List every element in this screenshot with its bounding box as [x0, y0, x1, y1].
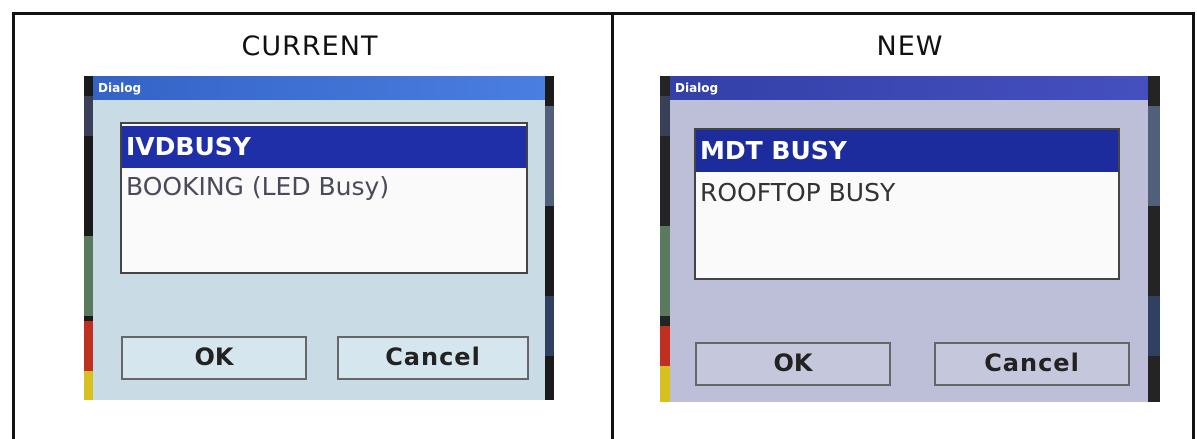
new-screenshot: Dialog MDT BUSY ROOFTOP BUSY OK Cancel — [660, 76, 1160, 402]
list-item-selected[interactable]: MDT BUSY — [696, 130, 1118, 172]
current-dialog: Dialog IVDBUSY BOOKING (LED Busy) OK Can… — [93, 76, 545, 400]
background-strip — [660, 366, 670, 402]
current-heading: CURRENT — [241, 31, 379, 62]
cancel-button[interactable]: Cancel — [934, 342, 1130, 386]
background-strip — [84, 371, 93, 400]
background-strip — [1148, 106, 1160, 206]
background-strip — [84, 236, 93, 316]
background-strip — [545, 296, 554, 356]
dialog-title-bar: Dialog — [93, 76, 545, 100]
cancel-button[interactable]: Cancel — [337, 336, 529, 380]
background-strip — [84, 96, 93, 136]
list-item-selected[interactable]: IVDBUSY — [122, 126, 526, 168]
dialog-title-bar: Dialog — [670, 76, 1148, 100]
ok-button[interactable]: OK — [695, 342, 891, 386]
new-heading: NEW — [876, 31, 944, 62]
list-item[interactable]: ROOFTOP BUSY — [696, 172, 1118, 214]
new-dialog: Dialog MDT BUSY ROOFTOP BUSY OK Cancel — [670, 76, 1148, 402]
background-strip — [660, 96, 670, 136]
status-listbox[interactable]: MDT BUSY ROOFTOP BUSY — [694, 128, 1120, 280]
background-strip — [660, 226, 670, 316]
background-strip — [84, 321, 93, 371]
background-strip — [545, 106, 554, 206]
status-listbox[interactable]: IVDBUSY BOOKING (LED Busy) — [120, 122, 528, 274]
column-divider — [611, 12, 614, 439]
current-screenshot: Dialog IVDBUSY BOOKING (LED Busy) OK Can… — [84, 76, 554, 400]
background-strip — [1148, 296, 1160, 356]
ok-button[interactable]: OK — [121, 336, 307, 380]
list-item[interactable]: BOOKING (LED Busy) — [122, 166, 526, 208]
background-strip — [660, 326, 670, 366]
